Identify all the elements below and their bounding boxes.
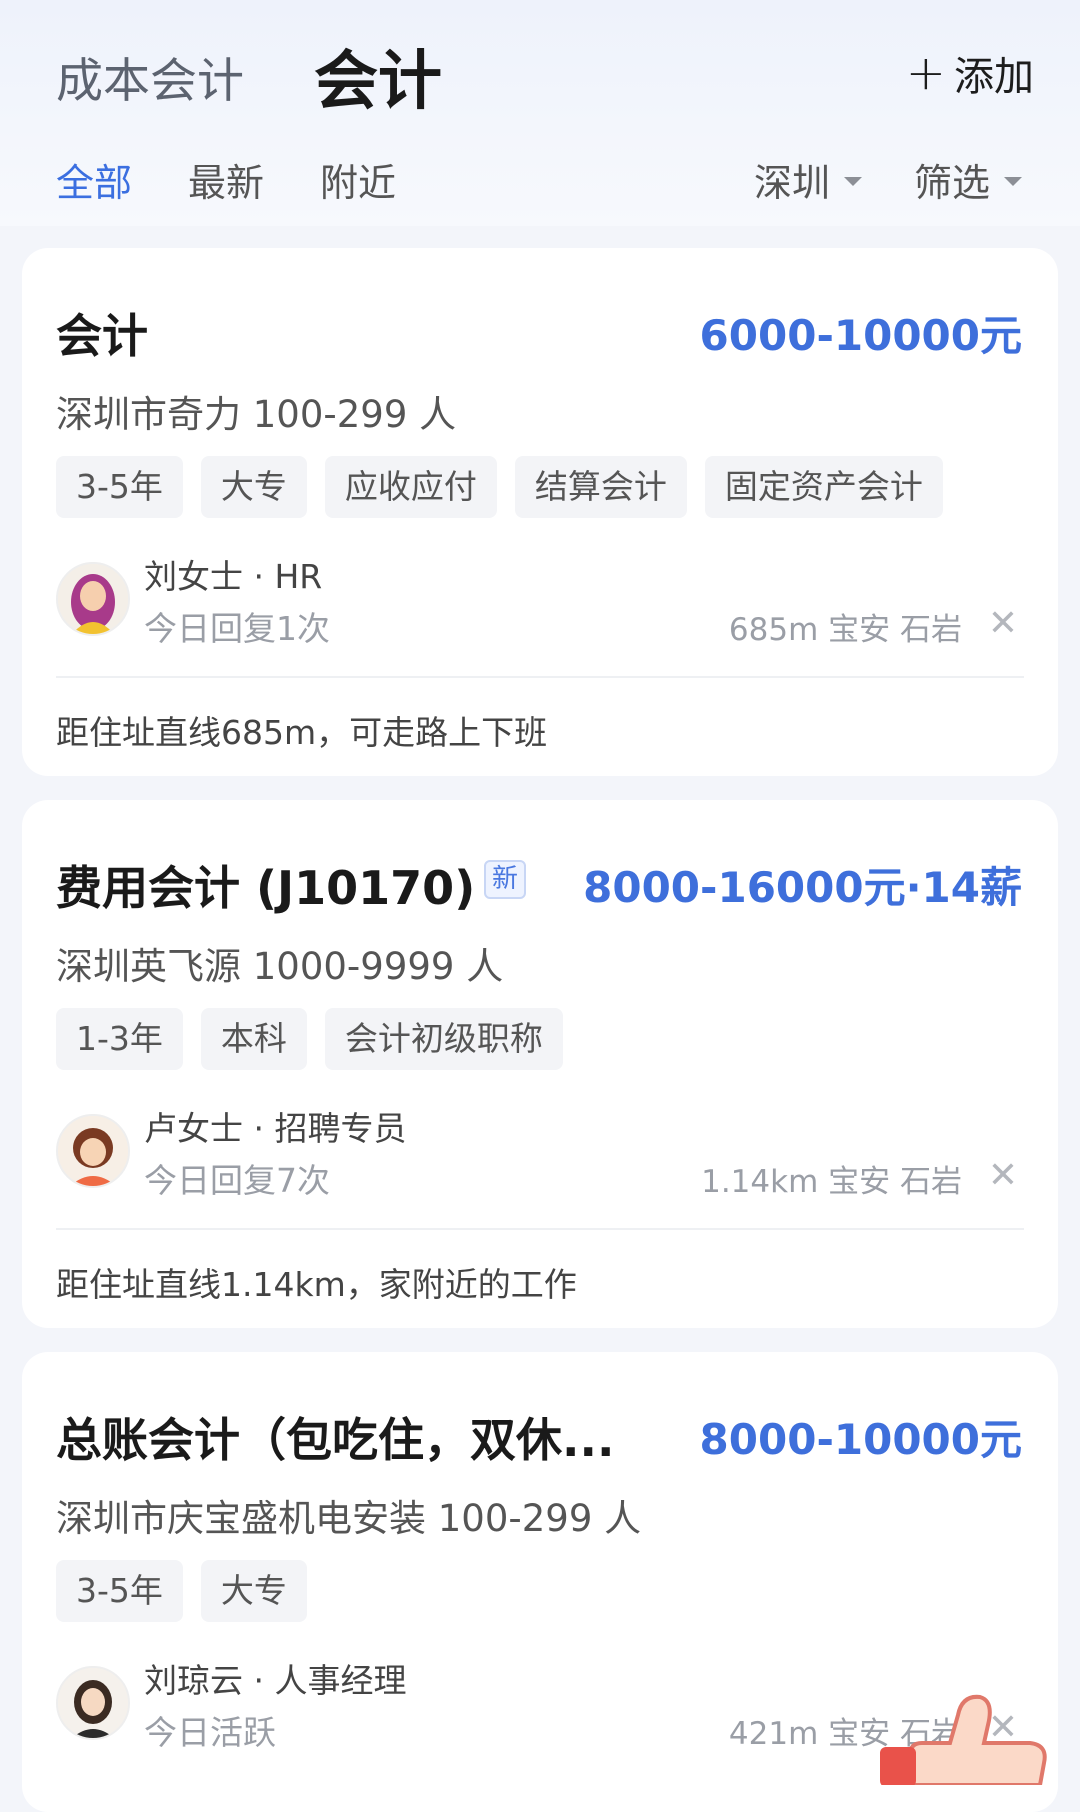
avatar <box>56 1666 130 1740</box>
tag: 1-3年 <box>56 1008 183 1070</box>
job-card[interactable]: 费用会计 (J10170) 新 8000-16000元·14薪 深圳英飞源 10… <box>22 800 1058 1328</box>
thumbs-up-icon <box>880 1685 1070 1787</box>
reply-status: 今日回复1次 <box>144 609 330 648</box>
category-prev[interactable]: 成本会计 <box>56 42 244 111</box>
tag-list: 1-3年 本科 会计初级职称 <box>56 1008 563 1070</box>
filter-tabs: 全部 最新 附近 深圳 筛选 <box>56 152 1034 208</box>
job-title: 会计 <box>56 309 148 363</box>
recruiter-name: 刘女士 · HR <box>144 557 323 596</box>
filter-dropdown-label: 筛选 <box>914 161 991 205</box>
header: 成本会计 会计 + 添加 全部 最新 附近 深圳 筛选 <box>0 0 1080 226</box>
tag-list: 3-5年 大专 应收应付 结算会计 固定资产会计 <box>56 456 943 518</box>
tag-list: 3-5年 大专 <box>56 1560 307 1622</box>
caret-down-icon <box>844 177 863 186</box>
divider <box>56 1228 1024 1230</box>
salary: 8000-16000元·14薪 <box>583 863 1022 912</box>
company-info: 深圳市庆宝盛机电安装 100-299 人 <box>56 1497 642 1540</box>
tab-latest[interactable]: 最新 <box>188 152 264 207</box>
new-badge: 新 <box>484 860 527 900</box>
tag: 固定资产会计 <box>704 456 943 518</box>
job-card[interactable]: 会计 6000-10000元 深圳市奇力 100-299 人 3-5年 大专 应… <box>22 248 1058 776</box>
city-dropdown-label: 深圳 <box>754 161 831 205</box>
avatar <box>56 562 130 636</box>
reply-status: 今日回复7次 <box>144 1161 330 1200</box>
tab-nearby[interactable]: 附近 <box>320 152 396 207</box>
tag: 大专 <box>200 456 307 518</box>
salary: 8000-10000元 <box>699 1415 1022 1464</box>
distance-location: 1.14km 宝安 石岩 <box>701 1164 962 1200</box>
reply-status: 今日活跃 <box>144 1713 276 1752</box>
tag: 3-5年 <box>56 456 183 518</box>
title-row: 成本会计 会计 + 添加 <box>56 30 1034 119</box>
salary: 6000-10000元 <box>699 311 1022 360</box>
close-icon[interactable]: ✕ <box>988 1158 1018 1194</box>
divider <box>56 676 1024 678</box>
job-title: 费用会计 (J10170) <box>56 861 476 915</box>
plus-icon: + <box>905 45 946 101</box>
tag: 大专 <box>200 1560 307 1622</box>
tag: 应收应付 <box>324 456 497 518</box>
distance-note: 距住址直线1.14km，家附近的工作 <box>56 1265 577 1304</box>
distance-note: 距住址直线685m，可走路上下班 <box>56 713 548 752</box>
city-dropdown[interactable]: 深圳 <box>754 152 863 207</box>
job-title: 总账会计（包吃住，双休... <box>56 1413 615 1467</box>
tab-all[interactable]: 全部 <box>56 152 132 207</box>
tag: 3-5年 <box>56 1560 183 1622</box>
add-button[interactable]: + 添加 <box>906 44 1034 102</box>
tag: 本科 <box>200 1008 307 1070</box>
company-info: 深圳市奇力 100-299 人 <box>56 393 457 436</box>
caret-down-icon <box>1004 177 1023 186</box>
company-info: 深圳英飞源 1000-9999 人 <box>56 945 504 988</box>
tag: 结算会计 <box>514 456 687 518</box>
tag: 会计初级职称 <box>324 1008 563 1070</box>
distance-location: 685m 宝安 石岩 <box>728 612 962 648</box>
filter-dropdown[interactable]: 筛选 <box>914 152 1023 207</box>
add-button-label: 添加 <box>954 54 1034 100</box>
category-current[interactable]: 会计 <box>314 30 442 122</box>
avatar <box>56 1114 130 1188</box>
recruiter-name: 卢女士 · 招聘专员 <box>144 1109 407 1148</box>
close-icon[interactable]: ✕ <box>988 606 1018 642</box>
recruiter-name: 刘琼云 · 人事经理 <box>144 1661 407 1700</box>
